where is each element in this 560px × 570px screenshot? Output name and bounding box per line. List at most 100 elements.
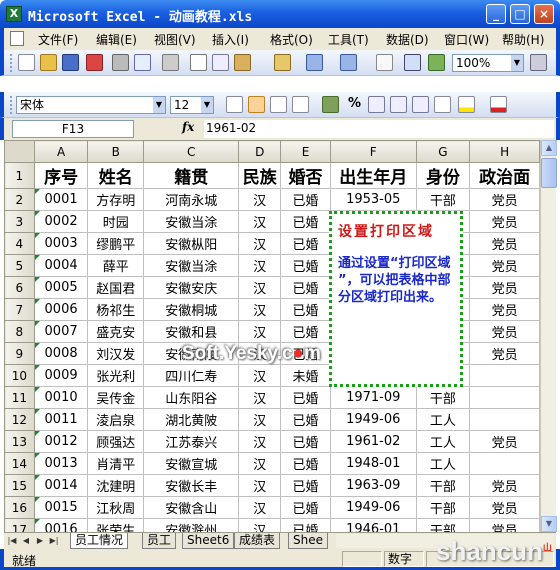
redo-icon[interactable] (340, 54, 357, 71)
cell[interactable]: 汉 (238, 452, 282, 475)
fx-icon[interactable]: fx (182, 120, 194, 134)
row-header[interactable]: 7 (4, 298, 35, 321)
cell[interactable]: 0015 (33, 496, 89, 519)
cell[interactable]: 0011 (33, 408, 89, 431)
cell[interactable]: 已婚 (280, 232, 331, 255)
minimize-button[interactable]: _ (486, 4, 506, 24)
chevron-down-icon[interactable]: ▼ (153, 97, 165, 113)
cell[interactable]: 汉 (238, 496, 282, 519)
cell[interactable]: 安徽宣城 (143, 452, 240, 475)
cell[interactable]: 0016 (33, 518, 89, 532)
menu-format[interactable]: 格式(O) (270, 31, 313, 48)
cell[interactable]: 党员 (469, 276, 540, 299)
row-header[interactable]: 17 (4, 518, 35, 532)
cell[interactable]: 身份 (415, 162, 471, 189)
chevron-down-icon[interactable]: ▼ (201, 97, 213, 113)
cell[interactable]: 盛克安 (87, 320, 145, 343)
maximize-button[interactable]: □ (510, 4, 530, 24)
cell[interactable]: 已婚 (280, 276, 331, 299)
cell[interactable]: 民族 (238, 162, 282, 189)
cell[interactable]: 0008 (33, 342, 89, 365)
prev-sheet-icon[interactable]: ◀ (20, 535, 32, 547)
column-header[interactable]: E (280, 140, 331, 163)
cell[interactable]: 0014 (33, 474, 89, 497)
cell[interactable]: 湖北黄陂 (143, 408, 240, 431)
cell[interactable]: 安徽枞阳 (143, 232, 240, 255)
cell[interactable]: 杨祁生 (87, 298, 145, 321)
column-header[interactable]: A (33, 140, 89, 163)
cell[interactable]: 四川仁寿 (143, 364, 240, 387)
cell[interactable]: 已婚 (280, 430, 331, 453)
percent-style-button[interactable]: % (348, 96, 361, 111)
cell[interactable]: 汉 (238, 518, 282, 532)
permission-icon[interactable] (86, 54, 103, 71)
select-all-corner[interactable] (4, 140, 35, 163)
row-header[interactable]: 1 (4, 162, 35, 189)
cell[interactable] (469, 386, 540, 409)
column-header[interactable]: D (238, 140, 282, 163)
autosum-icon[interactable] (376, 54, 393, 71)
font-select[interactable]: 宋体 ▼ (16, 96, 166, 114)
last-sheet-icon[interactable]: ▶| (48, 535, 60, 547)
increase-decimal-icon[interactable] (390, 96, 407, 113)
cell[interactable]: 1961-02 (329, 430, 417, 453)
cell[interactable]: 吴传金 (87, 386, 145, 409)
column-header[interactable]: H (469, 140, 540, 163)
cell[interactable]: 序号 (33, 162, 89, 189)
cell[interactable]: 党员 (469, 496, 540, 519)
cell[interactable]: 姓名 (87, 162, 145, 189)
cell[interactable]: 0002 (33, 210, 89, 233)
menu-edit[interactable]: 编辑(E) (96, 31, 137, 48)
cell[interactable]: 已婚 (280, 496, 331, 519)
toolbar-grip[interactable] (10, 96, 13, 114)
cell[interactable]: 安徽含山 (143, 496, 240, 519)
cell[interactable]: 0013 (33, 452, 89, 475)
comma-style-icon[interactable] (368, 96, 385, 113)
fill-color-icon[interactable] (458, 96, 475, 113)
excel-app-icon[interactable]: X (6, 6, 22, 22)
decrease-indent-icon[interactable] (412, 96, 429, 113)
cell[interactable]: 时园 (87, 210, 145, 233)
cell[interactable]: 方存明 (87, 188, 145, 211)
cell[interactable]: 未婚 (280, 364, 331, 387)
cell[interactable]: 1971-09 (329, 386, 417, 409)
cell[interactable]: 1963-09 (329, 474, 417, 497)
row-header[interactable]: 15 (4, 474, 35, 497)
cell[interactable]: 党员 (469, 342, 540, 365)
scroll-down-icon[interactable]: ▼ (541, 516, 557, 532)
sheet-tab-grades[interactable]: 成绩表 (234, 533, 281, 549)
column-header[interactable]: G (415, 140, 471, 163)
cut-icon[interactable] (190, 54, 207, 71)
cell[interactable]: 党员 (469, 518, 540, 532)
cell[interactable]: 已婚 (280, 474, 331, 497)
align-center-icon[interactable] (248, 96, 265, 113)
cell[interactable]: 0003 (33, 232, 89, 255)
cell[interactable]: 干部 (415, 518, 471, 532)
menu-help[interactable]: 帮助(H) (502, 31, 544, 48)
align-left-icon[interactable] (226, 96, 243, 113)
cell[interactable]: 沈建明 (87, 474, 145, 497)
format-painter-icon[interactable] (274, 54, 291, 71)
cell[interactable]: 安徽长丰 (143, 474, 240, 497)
cell[interactable]: 0006 (33, 298, 89, 321)
cell[interactable]: 1949-06 (329, 496, 417, 519)
chart-wizard-icon[interactable] (428, 54, 445, 71)
menu-view[interactable]: 视图(V) (154, 31, 196, 48)
cell[interactable]: 出生年月 (329, 162, 417, 189)
cell[interactable]: 干部 (415, 386, 471, 409)
chevron-down-icon[interactable]: ▼ (511, 55, 523, 71)
cell[interactable]: 已婚 (280, 452, 331, 475)
cell[interactable]: 婚否 (280, 162, 331, 189)
cell[interactable]: 政治面 (469, 162, 540, 189)
row-header[interactable]: 4 (4, 232, 35, 255)
cell[interactable]: 0009 (33, 364, 89, 387)
cell[interactable]: 已婚 (280, 408, 331, 431)
cell[interactable]: 已婚 (280, 386, 331, 409)
cell[interactable]: 干部 (415, 188, 471, 211)
close-button[interactable]: × (534, 4, 554, 24)
scroll-up-icon[interactable]: ▲ (541, 140, 557, 156)
sort-icon[interactable] (404, 54, 421, 71)
borders-icon[interactable] (434, 96, 451, 113)
row-header[interactable]: 12 (4, 408, 35, 431)
cell[interactable]: 已婚 (280, 188, 331, 211)
